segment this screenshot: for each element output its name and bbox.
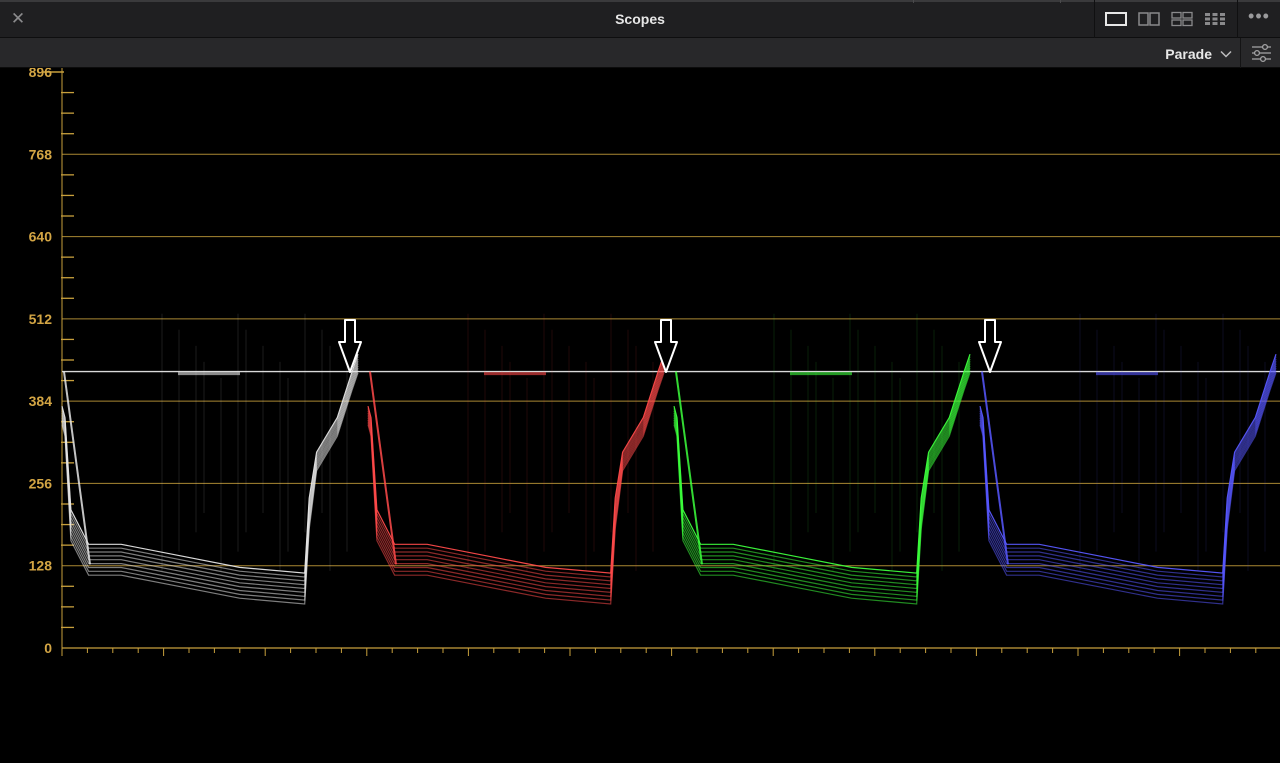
scopes-titlebar: ✕ Scopes ••• bbox=[0, 0, 1280, 38]
parade-scope: 896 768 640 512 384 256 128 0 bbox=[0, 64, 1280, 758]
close-button[interactable]: ✕ bbox=[8, 9, 28, 29]
trace-line bbox=[367, 354, 665, 574]
grid-view-button[interactable] bbox=[1204, 11, 1226, 32]
scope-mode-label: Parade bbox=[1165, 46, 1212, 62]
scope-mode-dropdown[interactable]: Parade bbox=[1165, 44, 1232, 64]
y-tick-label: 896 bbox=[29, 68, 53, 80]
channel-trace-blue bbox=[979, 313, 1277, 605]
scope-settings-button[interactable] bbox=[1240, 38, 1280, 68]
more-options-icon: ••• bbox=[1248, 6, 1270, 26]
title-top-border bbox=[0, 0, 1280, 2]
y-tick-label: 768 bbox=[29, 146, 53, 162]
title-top-notch bbox=[913, 0, 914, 3]
y-tick-label: 640 bbox=[29, 229, 53, 245]
trace-line bbox=[673, 354, 971, 574]
single-view-icon bbox=[1105, 12, 1127, 26]
quad-view-icon bbox=[1171, 11, 1193, 27]
y-tick-label: 512 bbox=[29, 311, 53, 327]
y-tick-label: 384 bbox=[29, 393, 53, 409]
single-view-button[interactable] bbox=[1105, 11, 1127, 32]
down-arrow-icon bbox=[654, 319, 678, 373]
dual-view-button[interactable] bbox=[1138, 11, 1160, 32]
down-arrow-icon bbox=[978, 319, 1002, 373]
sliders-settings-icon bbox=[1252, 43, 1271, 63]
scope-toolbar bbox=[0, 38, 1280, 68]
grid-view-icon bbox=[1205, 13, 1225, 25]
channel-trace-green bbox=[673, 313, 971, 605]
chevron-down-icon bbox=[1220, 50, 1232, 58]
dual-view-icon bbox=[1138, 12, 1160, 26]
y-tick-label: 128 bbox=[29, 558, 53, 574]
y-tick-label: 0 bbox=[44, 640, 52, 656]
quad-view-button[interactable] bbox=[1171, 11, 1193, 32]
channel-trace-luma bbox=[61, 313, 359, 605]
trace-line bbox=[61, 354, 359, 574]
title-top-notch bbox=[1060, 0, 1061, 3]
y-tick-label: 256 bbox=[29, 475, 53, 491]
close-icon: ✕ bbox=[10, 9, 26, 28]
scope-layout-group bbox=[1094, 0, 1238, 38]
window-title: Scopes bbox=[615, 11, 665, 27]
channel-trace-red bbox=[367, 313, 665, 605]
parade-waveform: 896 768 640 512 384 256 128 0 bbox=[29, 64, 1280, 656]
trace-line bbox=[979, 354, 1277, 574]
more-options-button[interactable]: ••• bbox=[1244, 7, 1274, 30]
